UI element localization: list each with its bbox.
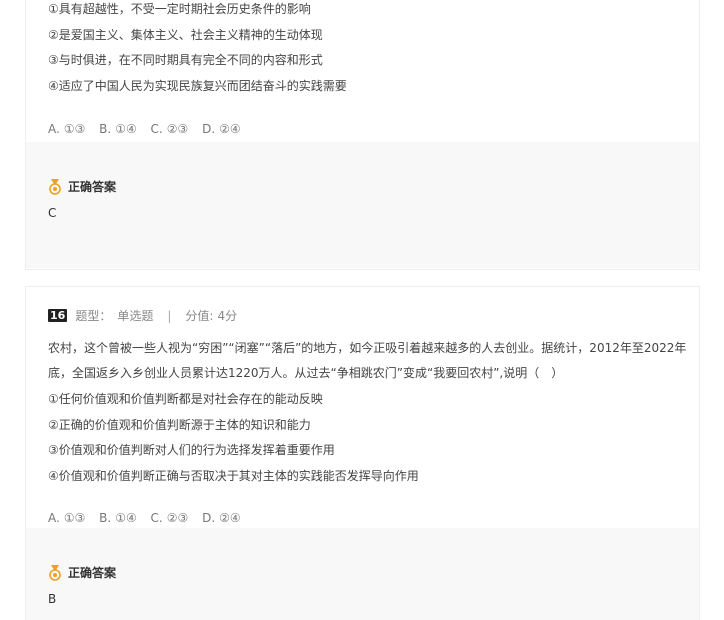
option-c[interactable]: C. ②③	[151, 511, 189, 525]
question-card-prev: ①具有超越性，不受一定时期社会历史条件的影响 ②是爱国主义、集体主义、社会主义精…	[25, 0, 700, 270]
statement-4: ④价值观和价值判断正确与否取决于其对主体的实践能否发挥导向作用	[48, 469, 419, 483]
statement-4: ④适应了中国人民为实现民族复兴而团结奋斗的实践需要	[48, 79, 347, 93]
answer-value: B	[48, 592, 57, 606]
option-c[interactable]: C. ②③	[151, 122, 189, 136]
statement-2: ②正确的价值观和价值判断源于主体的知识和能力	[48, 418, 311, 432]
statement-3: ③价值观和价值判断对人们的行为选择发挥着重要作用	[48, 443, 335, 457]
meta-separator: |	[167, 308, 172, 323]
statement-1: ①具有超越性，不受一定时期社会历史条件的影响	[48, 2, 311, 16]
answer-heading: 正确答案	[48, 564, 116, 581]
answer-value: C	[48, 206, 57, 220]
option-b[interactable]: B. ①④	[99, 122, 137, 136]
question-meta: 16 题型： 单选题 | 分值: 4分	[48, 307, 237, 324]
answer-label: 正确答案	[68, 180, 117, 194]
option-a[interactable]: A. ①③	[48, 511, 85, 525]
answer-section: 正确答案 B	[26, 528, 699, 620]
statement-3: ③与时俱进，在不同时期具有完全不同的内容和形式	[48, 53, 323, 67]
question-card-16: 16 题型： 单选题 | 分值: 4分 农村，这个曾被一些人视为“穷困”“闭塞”…	[25, 286, 700, 620]
medal-icon	[49, 178, 61, 195]
medal-icon	[49, 564, 61, 581]
statement-2: ②是爱国主义、集体主义、社会主义精神的生动体现	[48, 28, 323, 42]
options-row: A. ①③ B. ①④ C. ②③ D. ②④	[48, 122, 251, 136]
options-row: A. ①③ B. ①④ C. ②③ D. ②④	[48, 511, 251, 525]
option-d[interactable]: D. ②④	[202, 511, 241, 525]
question-stem: 农村，这个曾被一些人视为“穷困”“闭塞”“落后”的地方，如今正吸引着越来越多的人…	[48, 341, 687, 380]
answer-section: 正确答案 C	[26, 142, 699, 268]
statement-1: ①任何价值观和价值判断都是对社会存在的能动反映	[48, 392, 323, 406]
type-label: 题型：	[75, 309, 112, 323]
question-number-badge: 16	[48, 309, 68, 322]
answer-label: 正确答案	[68, 566, 117, 580]
type-value: 单选题	[117, 309, 154, 323]
score-label: 分值:	[185, 309, 214, 323]
answer-heading: 正确答案	[48, 178, 116, 195]
option-b[interactable]: B. ①④	[99, 511, 137, 525]
score-value: 4分	[217, 309, 238, 323]
option-a[interactable]: A. ①③	[48, 122, 85, 136]
page: ①具有超越性，不受一定时期社会历史条件的影响 ②是爱国主义、集体主义、社会主义精…	[0, 0, 724, 620]
option-d[interactable]: D. ②④	[202, 122, 241, 136]
